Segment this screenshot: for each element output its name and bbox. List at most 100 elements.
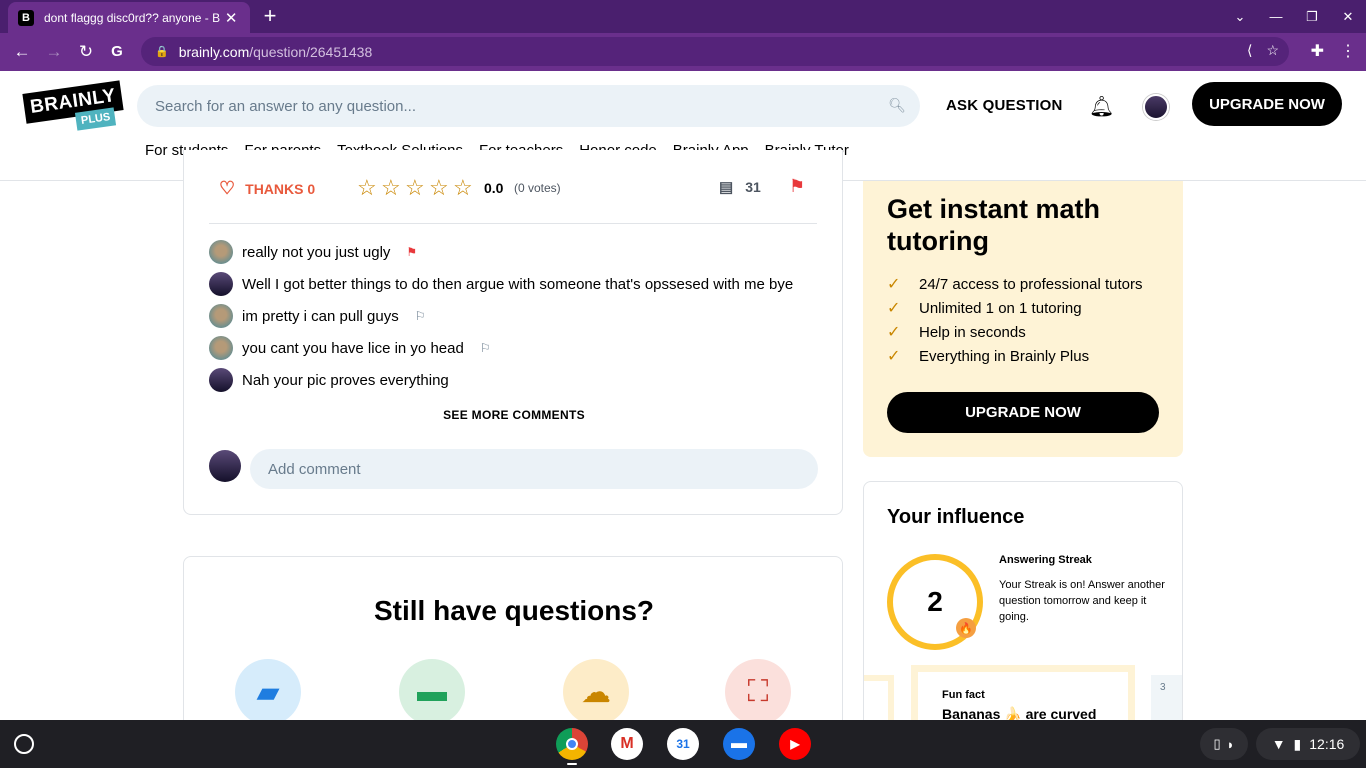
check-icon: ✓ [887,276,901,293]
gmail-app-icon[interactable]: M [611,728,643,760]
benefit-text: Unlimited 1 on 1 tutoring [919,299,1082,317]
omnibox-actions: ⟨ ☆ [1247,42,1279,59]
chrome-app-icon[interactable] [556,728,588,760]
minimize-icon[interactable]: — [1258,9,1294,24]
report-flag-icon[interactable]: ⚑ [789,176,805,197]
star-icon[interactable]: ☆ [381,175,405,201]
commenter-avatar[interactable] [209,336,233,360]
bookmark-star-icon[interactable]: ☆ [1266,42,1279,59]
status-area[interactable]: ▼ ▮ 12:16 [1256,728,1360,760]
browser-toolbar: ← → ↻ G 🔒 brainly.com/question/26451438 … [0,33,1366,71]
promo-upgrade-button[interactable]: UPGRADE NOW [887,392,1159,433]
wifi-icon: ▼ [1271,736,1286,752]
tote-tray[interactable]: ▯ ◗ [1200,728,1248,760]
fun-fact-label: Fun fact [942,689,985,701]
close-tab-icon[interactable]: ✕ [222,9,240,27]
comment-item: really not you just ugly ⚑ [209,239,417,265]
close-window-icon[interactable]: ✕ [1330,9,1366,25]
browser-tab-active[interactable]: B dont flaggg disc0rd?? anyone - B ✕ [8,2,250,33]
file-icon: ▯ [1213,736,1221,751]
reload-icon[interactable]: ↻ [75,41,97,63]
your-influence-card: Your influence 2 🔥 Answering Streak Your… [863,481,1183,741]
report-flag-icon[interactable]: ⚑ [406,245,417,259]
promo-benefit: ✓ Everything in Brainly Plus [887,344,1142,368]
brainly-favicon-icon: B [18,9,34,26]
check-icon: ✓ [887,300,901,317]
address-bar[interactable]: 🔒 brainly.com/question/26451438 ⟨ ☆ [141,37,1289,66]
browser-tab-strip: B dont flaggg disc0rd?? anyone - B ✕ + ⌄… [0,0,1366,33]
chat-bubble-icon[interactable]: ▰ [235,659,301,725]
still-have-questions-title: Still have questions? [373,595,655,626]
search-input[interactable]: Search for an answer to any question... … [137,85,920,127]
report-flag-outline-icon[interactable]: ⚐ [415,309,426,323]
promo-benefit: ✓ 24/7 access to professional tutors [887,272,1142,296]
promo-benefits-list: ✓ 24/7 access to professional tutors ✓ U… [887,272,1142,368]
notification-bell-icon[interactable]: 🔔︎ [1089,94,1114,119]
rating-value: 0.0 [484,180,504,196]
star-icon[interactable]: ☆ [429,175,453,201]
ask-question-button[interactable]: ASK QUESTION [946,97,1063,114]
cloud-icon[interactable]: ☁ [563,659,629,725]
report-flag-outline-icon[interactable]: ⚐ [480,341,491,355]
battery-icon: ▮ [1293,735,1302,752]
heart-icon: ♡ [219,178,236,198]
os-shelf: M 31 ▬ ▶ ▯ ◗ ▼ ▮ 12:16 [0,720,1366,768]
answer-card: ♡ THANKS 0 ☆ ☆ ☆ ☆ ☆ 0.0 (0 votes) ▤ 31 … [183,150,843,515]
comment-item: Well I got better things to do then argu… [209,271,793,297]
comment-text: you cant you have lice in yo head [242,339,464,357]
youtube-app-icon[interactable]: ▶ [779,728,811,760]
browser-extensions: ✚ ⋮ [1311,41,1356,61]
extensions-puzzle-icon[interactable]: ✚ [1311,41,1324,61]
browser-menu-icon[interactable]: ⋮ [1340,41,1356,61]
maximize-icon[interactable]: ❐ [1294,9,1330,25]
forward-icon[interactable]: → [43,41,65,63]
math-tutoring-promo: Get instant math tutoring ✓ 24/7 access … [863,181,1183,457]
star-icon[interactable]: ☆ [453,175,477,201]
streak-description: Your Streak is on! Answer another questi… [999,579,1165,623]
promo-benefit: ✓ Help in seconds [887,320,1142,344]
comment-text: Nah your pic proves everything [242,371,449,389]
new-tab-icon[interactable]: + [259,4,281,28]
comment-text: really not you just ugly [242,243,391,261]
calendar-app-icon[interactable]: 31 [667,728,699,760]
influence-title: Your influence [887,506,1025,528]
commenter-avatar[interactable] [209,272,233,296]
current-user-avatar [209,450,241,482]
commenter-avatar[interactable] [209,304,233,328]
google-icon[interactable]: G [106,41,128,63]
lock-icon: 🔒 [155,46,169,58]
files-app-icon[interactable]: ▬ [723,728,755,760]
user-avatar[interactable] [1143,94,1169,120]
comments-toggle[interactable]: ▤ 31 [719,178,761,196]
clipboard-icon: ◗ [1226,736,1235,752]
launcher-icon[interactable] [14,734,34,754]
tab-search-icon[interactable]: ⌄ [1222,9,1258,25]
star-icon[interactable]: ☆ [357,175,381,201]
comment-bubble-icon: ▤ [719,179,734,196]
brainly-plus-logo[interactable]: BRAINLY PLUS [22,80,124,132]
open-book-icon[interactable]: ▬ [399,659,465,725]
comment-count: 31 [745,179,761,195]
search-icon[interactable]: 🔍︎ [888,97,906,114]
add-comment-input[interactable]: Add comment [250,449,818,489]
star-icon[interactable]: ☆ [405,175,429,201]
comment-item: you cant you have lice in yo head ⚐ [209,335,491,361]
commenter-avatar[interactable] [209,240,233,264]
see-more-comments-button[interactable]: SEE MORE COMMENTS [184,408,844,422]
thanks-label: THANKS 0 [245,180,316,197]
thanks-button[interactable]: ♡ THANKS 0 [219,178,315,199]
logo-plus-tag: PLUS [74,107,117,131]
tab-title: dont flaggg disc0rd?? anyone - B [44,10,221,25]
search-placeholder: Search for an answer to any question... [155,97,416,115]
window-controls: ⌄ — ❐ ✕ [1222,0,1366,33]
url-path: /question/26451438 [249,43,373,60]
upgrade-now-button[interactable]: UPGRADE NOW [1192,82,1342,126]
commenter-avatar[interactable] [209,368,233,392]
share-icon[interactable]: ⟨ [1247,42,1252,59]
comment-item: im pretty i can pull guys ⚐ [209,303,426,329]
answer-actions-bar: ♡ THANKS 0 ☆ ☆ ☆ ☆ ☆ 0.0 (0 votes) ▤ 31 … [209,175,817,201]
scan-frame-icon[interactable]: ⛶ [725,659,791,725]
back-icon[interactable]: ← [11,41,33,63]
divider [209,223,817,224]
active-app-indicator [567,763,577,765]
